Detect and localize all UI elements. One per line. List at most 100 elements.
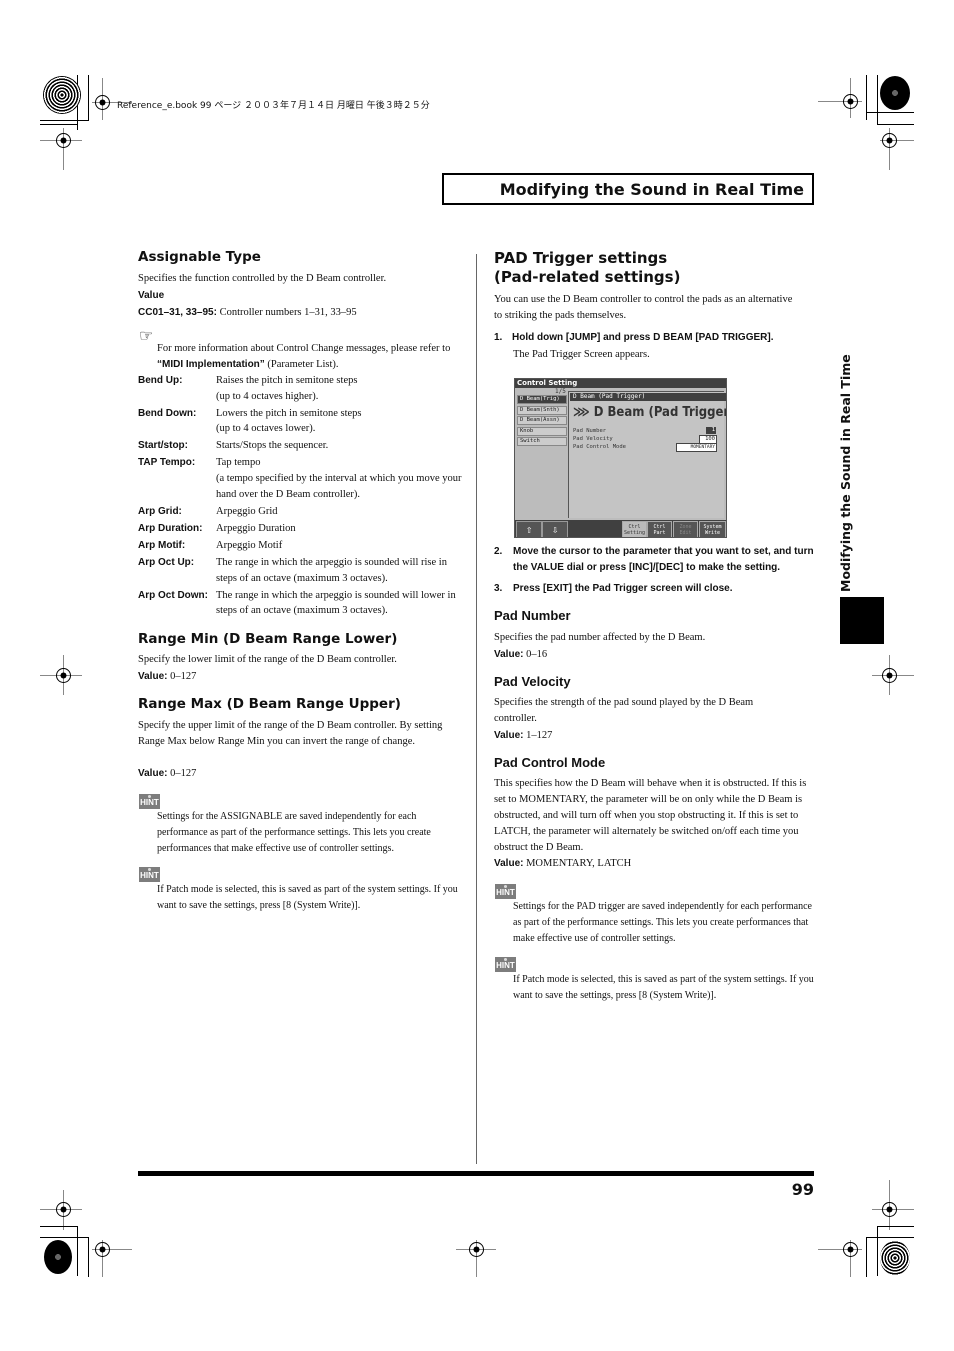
value-text: MOMENTARY, LATCH: [526, 858, 632, 869]
definition-row: Arp Grid: Arpeggio Grid: [138, 504, 468, 520]
registration-target-icon: [43, 76, 81, 114]
pad-trigger-screen: Control Setting 1/5 D Beam(Trig) D Beam(S…: [514, 378, 727, 538]
screen-panel-title: D Beam (Pad Trigger): [570, 393, 726, 401]
param-pad-control-mode: Pad Control Mode: [573, 444, 626, 450]
ctrl-part-button[interactable]: Ctrl Part: [647, 521, 672, 537]
up-arrow-button[interactable]: ⇧: [516, 521, 542, 537]
range-min-value: Value: 0–127: [138, 669, 196, 685]
print-file-info: Reference_e.book 99 ページ ２００３年７月１４日 月曜日 午…: [117, 101, 430, 111]
definition-description: Arpeggio Duration: [216, 521, 468, 537]
column-divider: [476, 254, 477, 1164]
heading-line-1: PAD Trigger settings: [494, 249, 668, 267]
cc-description: Controller numbers 1–31, 33–95: [219, 307, 357, 318]
down-arrow-button[interactable]: ⇩: [542, 521, 568, 537]
crosshair-icon: [882, 1202, 897, 1217]
pad-control-mode-description: This specifies how the D Beam will behav…: [494, 778, 807, 853]
heading-line-2: (Pad-related settings): [494, 268, 681, 286]
assignable-type-description: Specifies the function controlled by the…: [138, 273, 387, 284]
definition-text: Raises the pitch in semitone steps: [216, 375, 358, 386]
hint-text: If Patch mode is selected, this is saved…: [157, 884, 458, 911]
reference-note: For more information about Control Chang…: [157, 341, 457, 373]
definition-text: Arpeggio Grid: [216, 505, 278, 517]
screen-menu-item[interactable]: Knob: [517, 426, 567, 436]
pad-number-value: Value: 0–16: [494, 647, 547, 663]
definition-text-continued: (a tempo specified by the interval at wh…: [216, 473, 462, 500]
crosshair-icon: [56, 668, 71, 683]
definition-term: Arp Oct Up:: [138, 557, 195, 569]
definition-text: Starts/Stops the sequencer.: [216, 440, 329, 452]
pad-trigger-intro: You can use the D Beam controller to con…: [494, 294, 793, 321]
hint-icon: HINT: [495, 884, 516, 899]
screen-menu-item[interactable]: Switch: [517, 437, 567, 446]
value-text: 0–16: [526, 649, 548, 660]
crosshair-icon: [95, 1242, 110, 1257]
screen-menu-item[interactable]: D Beam(Trig): [517, 395, 567, 404]
registration-target-icon: [880, 1241, 910, 1275]
value-text: 1–127: [526, 730, 553, 741]
crosshair-icon: [95, 95, 110, 110]
screen-big-title: ⋙ D Beam (Pad Trigger): [573, 405, 726, 420]
pad-number-description: Specifies the pad number affected by the…: [494, 632, 706, 643]
step-number: 1.: [494, 332, 503, 343]
crosshair-icon: [843, 94, 858, 109]
assignable-type-list: Bend Up: Raises the pitch in semitone ste…: [138, 373, 468, 620]
hint-icon: HINT: [495, 957, 516, 972]
definition-description: Raises the pitch in semitone steps (up to…: [216, 373, 468, 404]
zone-edit-button[interactable]: Zone Edit: [673, 521, 698, 537]
screen-menu-item[interactable]: D Beam(Assn): [517, 416, 567, 425]
definition-description: Starts/Stops the sequencer.: [216, 438, 468, 454]
value-label: Value:: [138, 671, 168, 682]
definition-description: The range in which the arpeggio is sound…: [216, 588, 468, 619]
value-label: Value:: [494, 858, 524, 869]
registration-target-icon: [880, 76, 910, 110]
ctrl-setting-button[interactable]: Ctrl Setting: [622, 521, 647, 537]
screen-menu: D Beam(Trig) D Beam(Snth) D Beam(Assn) Knob…: [517, 395, 567, 448]
definition-text: Tap tempo: [216, 457, 261, 469]
range-max-description: Specify the upper limit of the range of …: [138, 720, 443, 747]
crosshair-icon: [469, 1242, 484, 1257]
midi-implementation-link[interactable]: “MIDI Implementation”: [157, 359, 265, 370]
footer-rule: [138, 1171, 814, 1176]
reference-text: For more information about Control Chang…: [157, 343, 451, 354]
hint-icon: HINT: [139, 867, 160, 882]
definition-term: Arp Grid:: [138, 505, 182, 517]
screen-menu-item[interactable]: D Beam(Snth): [517, 405, 567, 415]
pad-velocity-heading: Pad Velocity: [494, 674, 571, 689]
hint-text: Settings for the PAD trigger are saved i…: [513, 901, 812, 944]
definition-description: The range in which the arpeggio is sound…: [216, 555, 468, 586]
definition-row: Start/stop: Starts/Stops the sequencer.: [138, 438, 468, 454]
step-number: 2.: [494, 546, 503, 557]
definition-row: Arp Oct Down: The range in which the arpe…: [138, 588, 468, 619]
pad-velocity-description: Specifies the strength of the pad sound …: [494, 697, 754, 724]
cc-value-row: CC01–31, 33–95: Controller numbers 1–31,…: [138, 305, 357, 321]
definition-row: Arp Duration: Arpeggio Duration: [138, 521, 468, 537]
side-tab-marker: [840, 597, 884, 644]
step-3: 3. Press [EXIT] the Pad Trigger screen wi…: [494, 581, 733, 597]
crosshair-icon: [56, 133, 71, 148]
range-min-heading: Range Min (D Beam Range Lower): [138, 631, 398, 647]
pad-control-mode-value[interactable]: MOMENTARY: [676, 443, 717, 452]
definition-text-continued: (up to 4 octaves lower).: [216, 423, 316, 435]
range-max-value: Value: 0–127: [138, 766, 196, 782]
definition-text: Lowers the pitch in semitone steps: [216, 407, 362, 419]
step-2: 2. Move the cursor to the parameter that…: [494, 544, 814, 576]
step-text: Move the cursor to the parameter that yo…: [513, 546, 814, 573]
pad-control-mode-value: Value: MOMENTARY, LATCH: [494, 856, 631, 872]
screen-title: Control Setting: [515, 379, 726, 388]
definition-description: Arpeggio Grid: [216, 504, 468, 520]
definition-term: TAP Tempo:: [138, 457, 196, 469]
system-write-button[interactable]: System Write: [699, 521, 726, 537]
value-text: 0–127: [170, 671, 197, 682]
definition-description: Arpeggio Motif: [216, 538, 468, 554]
step-text: Press [EXIT] the Pad Trigger screen will…: [513, 583, 733, 594]
page-number: 99: [791, 1180, 814, 1199]
pad-number-value[interactable]: 1: [706, 427, 716, 434]
param-pad-number: Pad Number: [573, 428, 607, 434]
pad-trigger-heading: PAD Trigger settings (Pad-related settin…: [494, 249, 680, 287]
definition-term: Start/stop:: [138, 440, 188, 452]
pad-velocity-value: Value: 1–127: [494, 728, 552, 744]
definition-row: Arp Motif: Arpeggio Motif: [138, 538, 468, 554]
screen-function-bar: ⇧ ⇩ Ctrl Setting Ctrl Part Zone Edit System…: [515, 520, 726, 537]
definition-description: Lowers the pitch in semitone steps (up to…: [216, 406, 468, 437]
step-text: Hold down [JUMP] and press D BEAM [PAD T…: [512, 332, 774, 343]
